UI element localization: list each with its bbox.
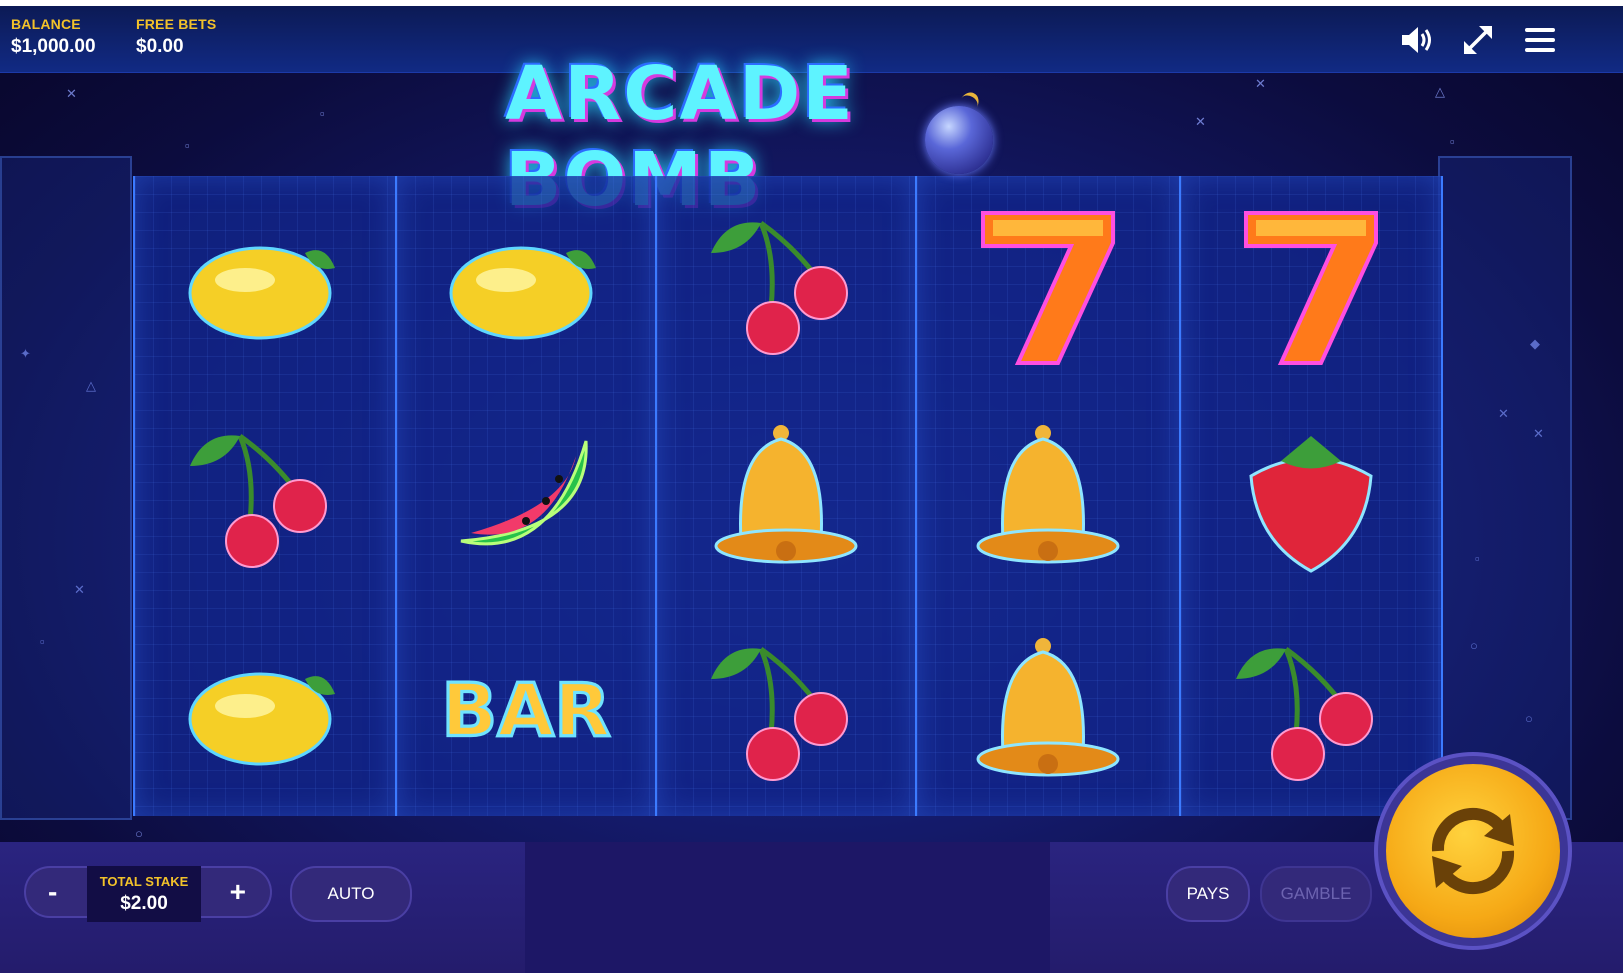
watermelon-icon — [460, 440, 588, 545]
reel-2: BAR — [395, 176, 657, 816]
total-stake-value: $2.00 — [120, 893, 168, 914]
free-bets-value: $0.00 — [136, 36, 184, 57]
sparkle: ▫ — [185, 138, 190, 153]
gamble-label: GAMBLE — [1280, 884, 1352, 903]
sparkle: △ — [1435, 84, 1445, 99]
lemon-icon — [188, 246, 335, 339]
sparkle: ✕ — [1195, 114, 1206, 129]
symbol-strawberry — [1181, 389, 1441, 602]
symbol-cherry — [657, 176, 915, 389]
balance-label: BALANCE — [11, 16, 81, 32]
bomb-icon — [925, 106, 993, 174]
minus-label: - — [48, 876, 58, 907]
symbol-watermelon — [397, 389, 655, 602]
spin-icon — [1431, 807, 1515, 895]
reel-4 — [915, 176, 1181, 816]
fullscreen-icon[interactable] — [1458, 20, 1498, 60]
bell-icon — [714, 424, 858, 563]
symbol-cherry — [657, 602, 915, 815]
sparkle: ✕ — [1255, 76, 1266, 91]
symbol-seven — [917, 176, 1179, 389]
right-side-panel — [1438, 156, 1572, 820]
seven-icon — [1244, 210, 1378, 365]
cherry-icon — [711, 646, 848, 781]
sparkle: ○ — [135, 826, 143, 841]
seven-icon — [981, 210, 1115, 365]
sparkle: ▫ — [1450, 134, 1455, 149]
menu-icon[interactable] — [1520, 20, 1560, 60]
speaker-icon[interactable] — [1396, 20, 1436, 60]
bar-icon: BAR — [440, 666, 613, 754]
symbol-bell — [917, 389, 1179, 602]
symbol-lemon — [135, 602, 395, 815]
symbol-bell — [657, 389, 915, 602]
free-bets-display: FREE BETS $0.00 — [136, 16, 216, 58]
symbol-lemon — [135, 176, 395, 389]
left-side-panel — [0, 156, 132, 820]
lemon-icon — [188, 672, 335, 765]
symbol-bar: BAR — [397, 602, 655, 815]
symbol-cherry — [135, 389, 395, 602]
bottom-center-panel — [525, 842, 1050, 973]
bell-icon — [976, 424, 1120, 563]
bar-text: BAR — [441, 668, 611, 753]
game-screen: BALANCE $1,000.00 FREE BETS $0.00 ✕ ▫ ▫ … — [0, 6, 1623, 973]
symbol-cherry — [1181, 602, 1441, 815]
total-stake-display: TOTAL STAKE $2.00 — [87, 866, 201, 922]
sparkle: ✕ — [66, 86, 77, 101]
lemon-icon — [449, 246, 596, 339]
cherry-icon — [711, 220, 848, 355]
symbol-bell — [917, 602, 1179, 815]
free-bets-label: FREE BETS — [136, 16, 217, 32]
reel-1 — [133, 176, 397, 816]
total-stake-label: TOTAL STAKE — [99, 874, 189, 889]
plus-label: + — [229, 876, 246, 907]
auto-label: AUTO — [327, 884, 375, 903]
gamble-button[interactable]: GAMBLE — [1260, 866, 1372, 922]
cherry-icon — [1236, 646, 1373, 781]
cherry-icon — [190, 433, 327, 568]
bell-icon — [976, 637, 1120, 776]
pays-label: PAYS — [1186, 884, 1230, 903]
strawberry-icon — [1249, 435, 1373, 573]
spin-button[interactable] — [1386, 764, 1560, 938]
balance-display: BALANCE $1,000.00 — [11, 16, 96, 58]
balance-value: $1,000.00 — [11, 36, 96, 57]
symbol-seven — [1181, 176, 1441, 389]
pays-button[interactable]: PAYS — [1166, 866, 1250, 922]
symbol-lemon — [397, 176, 655, 389]
game-logo: ARCADE BOMB — [505, 51, 1125, 223]
reel-3 — [655, 176, 917, 816]
reel-5 — [1179, 176, 1443, 816]
sparkle: ▫ — [320, 106, 325, 121]
auto-button[interactable]: AUTO — [290, 866, 412, 922]
